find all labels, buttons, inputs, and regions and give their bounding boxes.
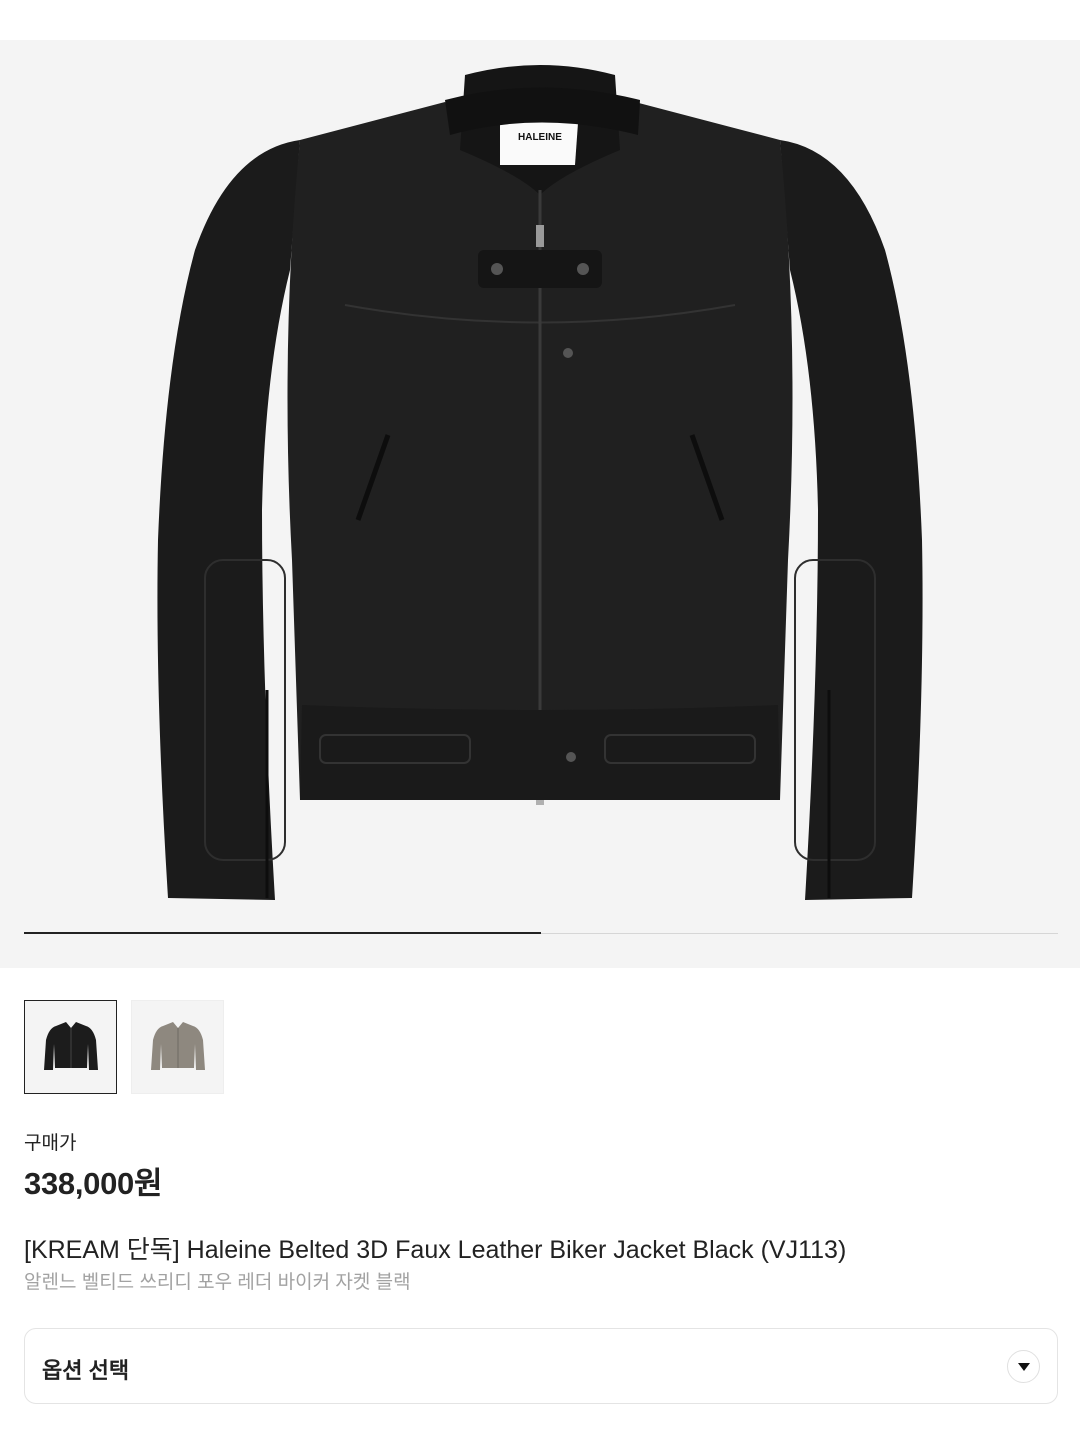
thumbnail-list: [24, 1000, 224, 1094]
gallery-progress-fill: [24, 932, 541, 934]
product-subtitle: 알렌느 벨티드 쓰리디 포우 레더 바이커 자켓 블랙: [24, 1272, 411, 1293]
thumbnail-black-jacket[interactable]: [24, 1000, 117, 1094]
product-jacket-image: HALEINE: [157, 65, 923, 900]
option-select-label: 옵션 선택: [42, 1358, 130, 1383]
gallery-progress-bar: [24, 932, 1058, 934]
black-jacket-thumbnail-icon: [43, 1022, 98, 1070]
product-title: [KREAM 단독] Haleine Belted 3D Faux Leathe…: [24, 1236, 847, 1264]
chevron-down-icon[interactable]: [1007, 1350, 1040, 1383]
price-label: 구매가: [24, 1133, 77, 1154]
gray-jacket-thumbnail-icon: [150, 1022, 205, 1070]
svg-text:HALEINE: HALEINE: [518, 132, 562, 143]
thumbnail-gray-jacket[interactable]: [131, 1000, 224, 1094]
price-value: 338,000원: [24, 1166, 163, 1201]
option-select-dropdown[interactable]: 옵션 선택: [24, 1328, 1058, 1404]
product-image-gallery[interactable]: HALEINE: [0, 40, 1080, 968]
